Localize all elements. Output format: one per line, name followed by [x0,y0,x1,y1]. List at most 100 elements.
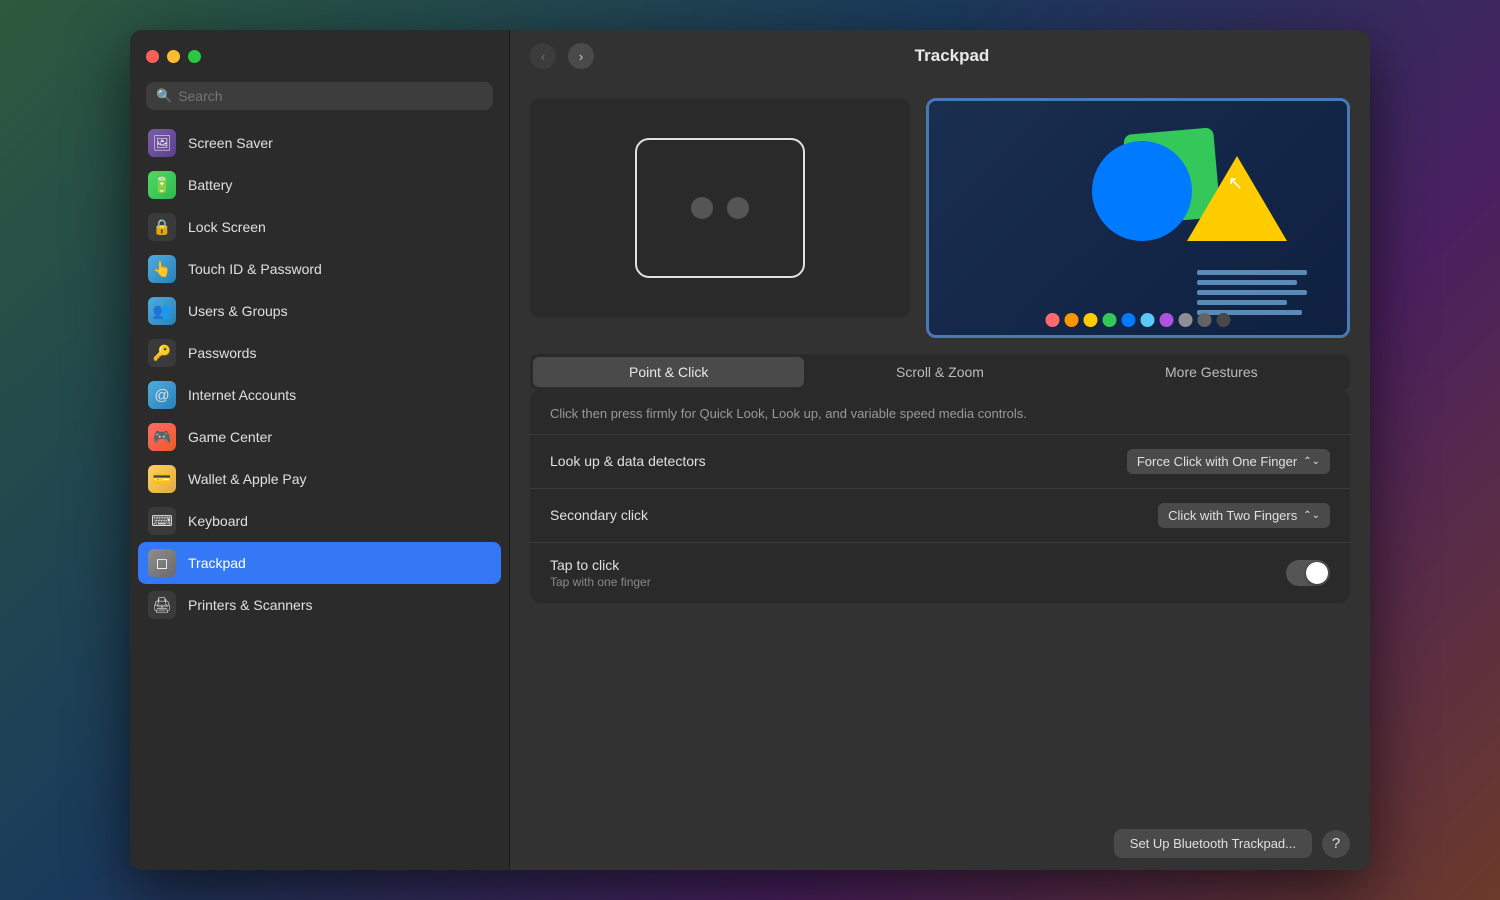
sidebar-item-icon-trackpad: ◻ [148,549,176,577]
sidebar-item-icon-battery: 🔋 [148,171,176,199]
sidebar: 🔍 🖼 Screen Saver 🔋 Battery 🔒 Lock Screen… [130,30,510,870]
sidebar-item-label-internet-accounts: Internet Accounts [188,387,296,403]
color-dot-7 [1179,313,1193,327]
trackpad-graphic [635,138,805,278]
lookup-value: Force Click with One Finger [1137,454,1297,469]
secondary-click-value: Click with Two Fingers [1168,508,1297,523]
desktop-inner: ↖ [929,101,1347,335]
sidebar-item-trackpad[interactable]: ◻ Trackpad [138,542,501,584]
shape-yellow [1187,156,1287,241]
sidebar-item-icon-users-groups: 👥 [148,297,176,325]
toggle-knob [1306,562,1328,584]
tap-click-toggle[interactable] [1286,560,1330,586]
desktop-line-2 [1197,280,1297,285]
sidebar-item-icon-keyboard: ⌨ [148,507,176,535]
desktop-preview: ↖ [926,98,1350,338]
trackpad-preview [530,98,910,318]
minimize-button[interactable] [167,50,180,63]
sidebar-item-label-wallet: Wallet & Apple Pay [188,471,307,487]
color-dot-6 [1160,313,1174,327]
sidebar-item-label-battery: Battery [188,177,232,193]
lookup-label: Look up & data detectors [550,453,706,469]
color-dot-1 [1065,313,1079,327]
sidebar-item-users-groups[interactable]: 👥 Users & Groups [138,290,501,332]
color-dot-4 [1122,313,1136,327]
fullscreen-button[interactable] [188,50,201,63]
sidebar-item-passwords[interactable]: 🔑 Passwords [138,332,501,374]
sidebar-item-icon-printers: 🖨 [148,591,176,619]
main-content: ↖ Point & Click Scroll & Zoom More Gestu… [510,82,1370,817]
tab-more-gestures[interactable]: More Gestures [1076,357,1347,387]
settings-panel: Click then press firmly for Quick Look, … [530,390,1350,603]
sidebar-item-screen-saver[interactable]: 🖼 Screen Saver [138,122,501,164]
preview-row: ↖ [530,98,1350,338]
bottom-bar: Set Up Bluetooth Trackpad... ? [510,817,1370,870]
color-dot-0 [1046,313,1060,327]
desktop-lines [1197,270,1307,315]
sidebar-item-keyboard[interactable]: ⌨ Keyboard [138,500,501,542]
search-icon: 🔍 [156,88,172,104]
lookup-chevron: ⌃⌄ [1303,456,1320,467]
tabs-row: Point & Click Scroll & Zoom More Gesture… [530,354,1350,390]
sidebar-item-label-touch-id: Touch ID & Password [188,261,322,277]
sidebar-item-label-printers: Printers & Scanners [188,597,313,613]
tap-click-labels: Tap to click Tap with one finger [550,557,651,589]
setting-row-secondary-click: Secondary click Click with Two Fingers ⌃… [530,489,1350,543]
system-preferences-window: 🔍 🖼 Screen Saver 🔋 Battery 🔒 Lock Screen… [130,30,1370,870]
sidebar-item-icon-game-center: 🎮 [148,423,176,451]
tap-click-label: Tap to click [550,557,651,573]
back-button[interactable]: ‹ [530,43,556,69]
color-dots [1046,313,1231,327]
sidebar-item-label-users-groups: Users & Groups [188,303,288,319]
setup-bluetooth-button[interactable]: Set Up Bluetooth Trackpad... [1114,829,1312,858]
page-title: Trackpad [606,46,1298,66]
sidebar-item-label-screen-saver: Screen Saver [188,135,273,151]
setting-description: Click then press firmly for Quick Look, … [530,390,1350,435]
tap-click-sublabel: Tap with one finger [550,575,651,589]
color-dot-9 [1217,313,1231,327]
main-titlebar: ‹ › Trackpad [510,30,1370,82]
sidebar-item-icon-screen-saver: 🖼 [148,129,176,157]
sidebar-item-internet-accounts[interactable]: @ Internet Accounts [138,374,501,416]
tab-scroll-zoom[interactable]: Scroll & Zoom [804,357,1075,387]
desktop-line-4 [1197,300,1287,305]
color-dot-5 [1141,313,1155,327]
color-dot-2 [1084,313,1098,327]
sidebar-item-icon-internet-accounts: @ [148,381,176,409]
sidebar-item-label-trackpad: Trackpad [188,555,246,571]
trackpad-dot-right [727,197,749,219]
secondary-click-chevron: ⌃⌄ [1303,510,1320,521]
secondary-click-label: Secondary click [550,507,648,523]
sidebar-item-label-keyboard: Keyboard [188,513,248,529]
sidebar-titlebar [130,30,509,82]
sidebar-item-label-game-center: Game Center [188,429,272,445]
setting-row-tap-click: Tap to click Tap with one finger [530,543,1350,603]
forward-button[interactable]: › [568,43,594,69]
cursor-icon: ↖ [1228,173,1242,193]
sidebar-item-label-lock-screen: Lock Screen [188,219,266,235]
search-bar[interactable]: 🔍 [146,82,493,110]
sidebar-item-lock-screen[interactable]: 🔒 Lock Screen [138,206,501,248]
lookup-dropdown[interactable]: Force Click with One Finger ⌃⌄ [1127,449,1330,474]
sidebar-item-game-center[interactable]: 🎮 Game Center [138,416,501,458]
desktop-line-1 [1197,270,1307,275]
shape-blue [1092,141,1192,241]
sidebar-item-icon-passwords: 🔑 [148,339,176,367]
sidebar-item-icon-touch-id: 👆 [148,255,176,283]
secondary-click-dropdown[interactable]: Click with Two Fingers ⌃⌄ [1158,503,1330,528]
sidebar-item-touch-id[interactable]: 👆 Touch ID & Password [138,248,501,290]
trackpad-dot-left [691,197,713,219]
search-input[interactable] [178,88,483,104]
tab-point-click[interactable]: Point & Click [533,357,804,387]
sidebar-item-label-passwords: Passwords [188,345,256,361]
help-button[interactable]: ? [1322,830,1350,858]
main-panel: ‹ › Trackpad [510,30,1370,870]
color-dot-3 [1103,313,1117,327]
desktop-line-3 [1197,290,1307,295]
color-dot-8 [1198,313,1212,327]
close-button[interactable] [146,50,159,63]
sidebar-item-wallet[interactable]: 💳 Wallet & Apple Pay [138,458,501,500]
sidebar-item-printers[interactable]: 🖨 Printers & Scanners [138,584,501,626]
sidebar-item-icon-wallet: 💳 [148,465,176,493]
sidebar-item-battery[interactable]: 🔋 Battery [138,164,501,206]
